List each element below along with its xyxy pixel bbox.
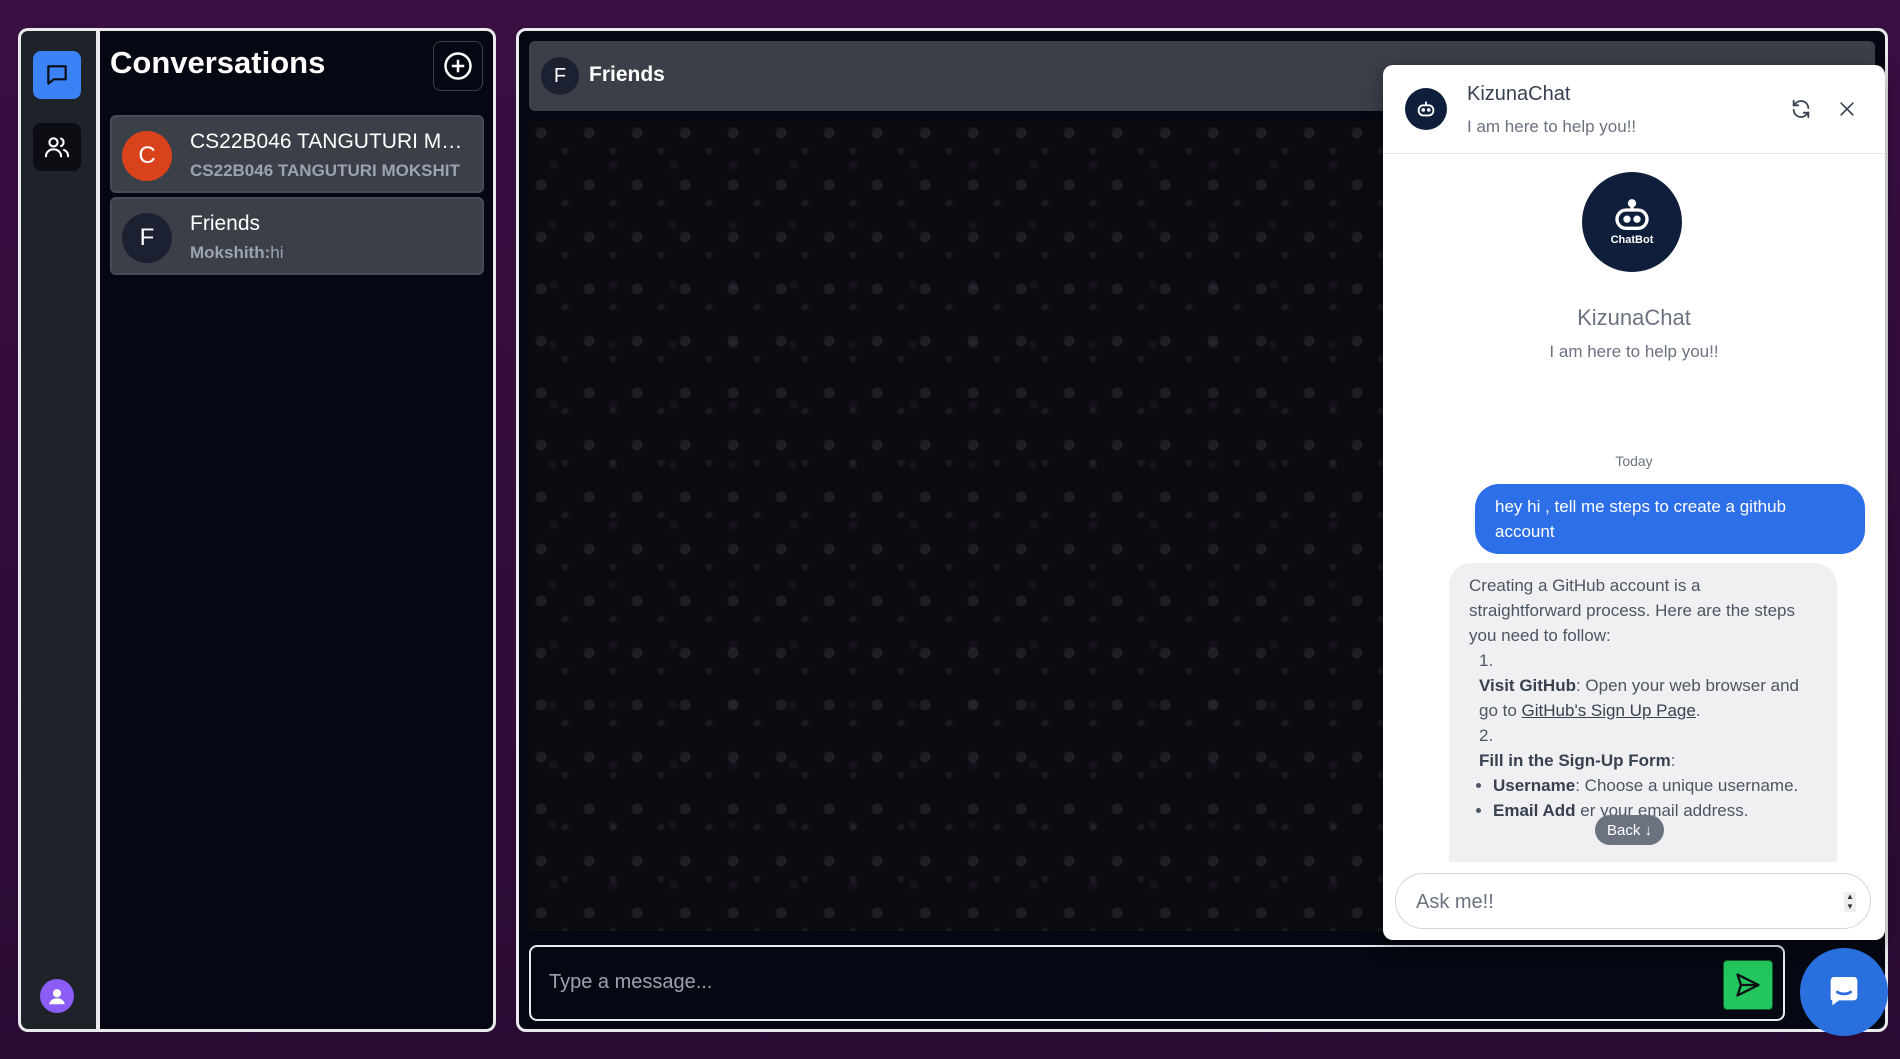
send-icon	[1736, 973, 1760, 997]
bullet-title: Email Add	[1493, 801, 1576, 820]
ask-input-placeholder: Ask me!!	[1416, 891, 1494, 913]
chatbot-header: KizunaChat I am here to help you!!	[1383, 65, 1885, 154]
plus-circle-icon	[444, 52, 472, 80]
last-message-text: hi	[270, 243, 284, 262]
step-title: Visit GitHub	[1479, 676, 1576, 695]
nav-rail	[18, 28, 96, 1032]
reply-step-number: 1.	[1479, 651, 1494, 670]
users-icon	[44, 137, 70, 158]
resize-stepper-icon: ▲ ▼	[1844, 892, 1856, 912]
chat-bubble-icon	[1830, 977, 1858, 1006]
conversation-item[interactable]: C CS22B046 TANGUTURI MO... CS22B046 TANG…	[110, 115, 484, 193]
refresh-icon	[1792, 99, 1810, 119]
reply-step-2: Fill in the Sign-Up Form:	[1469, 748, 1817, 773]
chat-avatar: F	[541, 57, 579, 95]
step-text-end: .	[1695, 701, 1701, 720]
reply-intro: Creating a GitHub account is a straightf…	[1469, 576, 1795, 645]
chatbot-hero-logo: ChatBot	[1582, 172, 1682, 272]
users-nav-button[interactable]	[33, 123, 81, 171]
github-signup-link[interactable]: GitHub's Sign Up Page	[1522, 701, 1696, 720]
chats-nav-button[interactable]	[33, 51, 81, 99]
conversation-last-message: CS22B046 TANGUTURI MOKSHIT	[190, 161, 475, 181]
bullet-title: Username	[1493, 776, 1576, 795]
conversation-item[interactable]: F Friends Mokshith:hi	[110, 197, 484, 275]
conversation-last-message: Mokshith:hi	[190, 243, 475, 263]
step-colon: :	[1670, 751, 1676, 770]
message-input[interactable]: Type a message...	[529, 945, 1785, 1021]
last-message-sender: CS22B046 TANGUTURI MOKSHIT	[190, 161, 460, 180]
chat-title: Friends	[589, 63, 665, 86]
ask-input[interactable]: Ask me!! ▲ ▼	[1395, 873, 1871, 929]
chatbot-tagline: I am here to help you!!	[1467, 117, 1637, 136]
user-message-bubble: hey hi , tell me steps to create a githu…	[1475, 484, 1865, 554]
conversation-avatar: F	[122, 213, 172, 263]
last-message-sender: Mokshith:	[190, 243, 271, 262]
reply-step-number: 2.	[1479, 726, 1494, 745]
chatbot-panel: KizunaChat I am here to help you!! ChatB…	[1383, 65, 1885, 940]
profile-avatar[interactable]	[40, 979, 74, 1013]
chatbot-hero-name: KizunaChat	[1577, 305, 1691, 330]
close-icon	[1840, 102, 1854, 116]
date-divider: Today	[1615, 453, 1653, 469]
robot-icon	[1615, 199, 1649, 231]
chatbot-logo-label: ChatBot	[1610, 234, 1654, 246]
new-conversation-button[interactable]	[433, 41, 483, 91]
message-input-placeholder: Type a message...	[549, 971, 713, 993]
chatbot-name: KizunaChat	[1467, 83, 1571, 105]
profile-avatar-icon	[49, 989, 65, 1005]
scroll-back-button[interactable]: Back ↓	[1595, 815, 1665, 845]
reply-bullet: Username: Choose a unique username.	[1493, 773, 1817, 798]
close-button[interactable]	[1833, 95, 1861, 123]
conversations-title: Conversations	[110, 45, 326, 80]
chatbot-hero-tagline: I am here to help you!!	[1549, 342, 1719, 361]
conversations-panel: Conversations C CS22B046 TANGUTURI MO...…	[96, 28, 496, 1032]
conversation-name: Friends	[190, 212, 261, 235]
chatbot-logo	[1405, 88, 1447, 130]
send-button[interactable]	[1723, 960, 1773, 1010]
refresh-button[interactable]	[1787, 95, 1815, 123]
conversation-avatar: C	[122, 131, 172, 181]
chat-icon	[47, 65, 67, 85]
reply-step-1: Visit GitHub: Open your web browser and …	[1469, 673, 1817, 723]
chatbot-toggle-button[interactable]	[1800, 948, 1888, 1036]
step-title: Fill in the Sign-Up Form	[1479, 751, 1671, 770]
robot-icon	[1417, 101, 1435, 117]
bullet-text: : Choose a unique username.	[1575, 776, 1799, 795]
conversation-name: CS22B046 TANGUTURI MO...	[190, 130, 475, 153]
